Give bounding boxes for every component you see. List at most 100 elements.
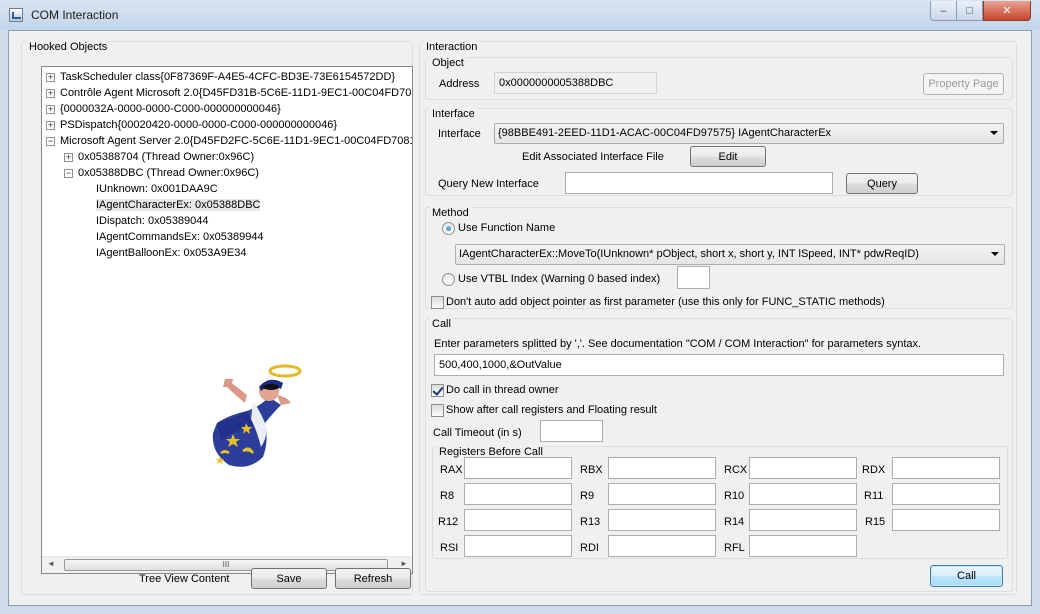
register-r14-input[interactable]: [749, 509, 857, 531]
register-label: RAX: [440, 464, 463, 476]
function-select[interactable]: IAgentCharacterEx::MoveTo(IUnknown* pObj…: [455, 244, 1005, 265]
interface-label: Interface: [438, 128, 481, 140]
call-button[interactable]: Call: [930, 565, 1003, 587]
tree-item-label: IAgentCharacterEx: 0x05388DBC: [96, 199, 261, 211]
tree-item[interactable]: IAgentCommandsEx: 0x05389944: [96, 229, 264, 245]
vtbl-index-input[interactable]: [677, 266, 710, 289]
hooked-objects-tree[interactable]: + TaskScheduler class{0F87369F-A4E5-4CFC…: [41, 66, 413, 574]
register-r12-input[interactable]: [464, 509, 572, 531]
scroll-right-icon[interactable]: ►: [400, 559, 408, 568]
tree-item[interactable]: IDispatch: 0x05389044: [96, 213, 209, 229]
show-registers-checkbox[interactable]: [431, 404, 444, 417]
use-vtbl-index-radio[interactable]: [442, 273, 455, 286]
window-client: Hooked Objects + TaskScheduler class{0F8…: [8, 30, 1032, 606]
register-label: RCX: [724, 464, 748, 476]
interaction-label: Interaction: [424, 41, 480, 54]
register-label: R15: [865, 516, 886, 528]
dropdown-arrow-icon: [990, 131, 998, 135]
call-label: Call: [430, 318, 453, 331]
register-rdx-input[interactable]: [892, 457, 1000, 479]
register-r9-input[interactable]: [608, 483, 716, 505]
query-interface-input[interactable]: [565, 172, 833, 194]
interface-group: Interface Interface {98BBE491-2EED-11D1-…: [425, 108, 1013, 196]
register-r15-input[interactable]: [892, 509, 1000, 531]
tree-item-label: IAgentCommandsEx: 0x05389944: [96, 231, 264, 243]
tree-item-label: PSDispatch{00020420-0000-0000-C000-00000…: [60, 119, 338, 131]
tree-item-label: 0x05388DBC (Thread Owner:0x96C): [78, 167, 259, 179]
interaction-group: Interaction Object Address 0x00000000053…: [419, 41, 1017, 595]
tree-item-label: {0000032A-0000-0000-C000-000000000046}: [60, 103, 281, 115]
collapse-icon[interactable]: −: [46, 137, 55, 146]
refresh-button[interactable]: Refresh: [335, 568, 411, 589]
dropdown-arrow-icon: [991, 252, 999, 256]
object-label: Object: [430, 57, 466, 70]
save-button[interactable]: Save: [251, 568, 327, 589]
register-label: RSI: [440, 542, 459, 554]
tree-item-selected[interactable]: IAgentCharacterEx: 0x05388DBC: [96, 197, 261, 213]
show-registers-label: Show after call registers and Floating r…: [446, 404, 657, 416]
maximize-button[interactable]: □: [956, 1, 983, 21]
address-field: 0x0000000005388DBC: [494, 72, 657, 94]
register-rfl-input[interactable]: [749, 535, 857, 557]
title-bar: COM Interaction – □ ✕: [0, 0, 1040, 30]
tree-item-label: TaskScheduler class{0F87369F-A4E5-4CFC-B…: [60, 71, 396, 83]
register-rdi-input[interactable]: [608, 535, 716, 557]
register-rcx-input[interactable]: [749, 457, 857, 479]
call-instructions: Enter parameters splitted by ','. See do…: [434, 338, 922, 350]
register-r11-input[interactable]: [892, 483, 1000, 505]
no-auto-pointer-checkbox[interactable]: [431, 296, 444, 309]
parameters-input[interactable]: 500,400,1000,&OutValue: [434, 354, 1004, 376]
thread-owner-label: Do call in thread owner: [446, 384, 559, 396]
tree-item-label: IAgentBalloonEx: 0x053A9E34: [96, 247, 247, 259]
call-timeout-label: Call Timeout (in s): [433, 427, 522, 439]
method-label: Method: [430, 207, 471, 220]
register-label: R8: [440, 490, 455, 502]
tree-item-label: Microsoft Agent Server 2.0{D45FD2FC-5C6E…: [60, 135, 413, 147]
thread-owner-checkbox[interactable]: [431, 384, 444, 397]
register-label: R14: [724, 516, 745, 528]
register-label: RDI: [580, 542, 599, 554]
address-label: Address: [439, 78, 480, 90]
no-auto-pointer-label: Don't auto add object pointer as first p…: [446, 296, 885, 308]
edit-file-label: Edit Associated Interface File: [522, 151, 664, 163]
register-rax-input[interactable]: [464, 457, 572, 479]
query-interface-label: Query New Interface: [438, 178, 539, 190]
expand-icon[interactable]: +: [46, 73, 55, 82]
tree-item-label: IUnknown: 0x001DAA9C: [96, 183, 218, 195]
expand-icon[interactable]: +: [46, 105, 55, 114]
register-r10-input[interactable]: [749, 483, 857, 505]
interface-group-label: Interface: [430, 108, 477, 121]
expand-icon[interactable]: +: [46, 121, 55, 130]
edit-button[interactable]: Edit: [690, 146, 766, 167]
register-label: RFL: [724, 542, 745, 554]
call-timeout-input[interactable]: [540, 420, 603, 442]
tree-item-label: IDispatch: 0x05389044: [96, 215, 209, 227]
minimize-button[interactable]: –: [930, 1, 957, 21]
register-r8-input[interactable]: [464, 483, 572, 505]
register-rsi-input[interactable]: [464, 535, 572, 557]
tree-view-content-label: Tree View Content: [139, 573, 230, 585]
use-function-name-radio[interactable]: [442, 222, 455, 235]
method-group: Method Use Function Name IAgentCharacter…: [425, 207, 1013, 309]
tree-item[interactable]: IUnknown: 0x001DAA9C: [96, 181, 218, 197]
scroll-left-icon[interactable]: ◄: [47, 559, 55, 568]
query-button[interactable]: Query: [846, 173, 918, 194]
interface-select[interactable]: {98BBE491-2EED-11D1-ACAC-00C04FD97575} I…: [494, 123, 1004, 144]
use-function-name-label: Use Function Name: [458, 222, 556, 234]
register-label: RBX: [580, 464, 603, 476]
tree-item[interactable]: IAgentBalloonEx: 0x053A9E34: [96, 245, 246, 261]
registers-group: Registers Before Call RAX RBX RCX RDX R8…: [432, 446, 1008, 559]
interface-select-value: {98BBE491-2EED-11D1-ACAC-00C04FD97575} I…: [498, 127, 832, 139]
register-label: R9: [580, 490, 595, 502]
close-button[interactable]: ✕: [983, 1, 1031, 21]
collapse-icon[interactable]: −: [64, 169, 73, 178]
register-label: R12: [438, 516, 459, 528]
register-r13-input[interactable]: [608, 509, 716, 531]
register-rbx-input[interactable]: [608, 457, 716, 479]
register-label: R11: [864, 490, 884, 502]
tree-item-label: Contrôle Agent Microsoft 2.0{D45FD31B-5C…: [60, 87, 413, 99]
use-vtbl-index-label: Use VTBL Index (Warning 0 based index): [458, 273, 661, 285]
expand-icon[interactable]: +: [64, 153, 73, 162]
property-page-button[interactable]: Property Page: [923, 73, 1004, 95]
expand-icon[interactable]: +: [46, 89, 55, 98]
